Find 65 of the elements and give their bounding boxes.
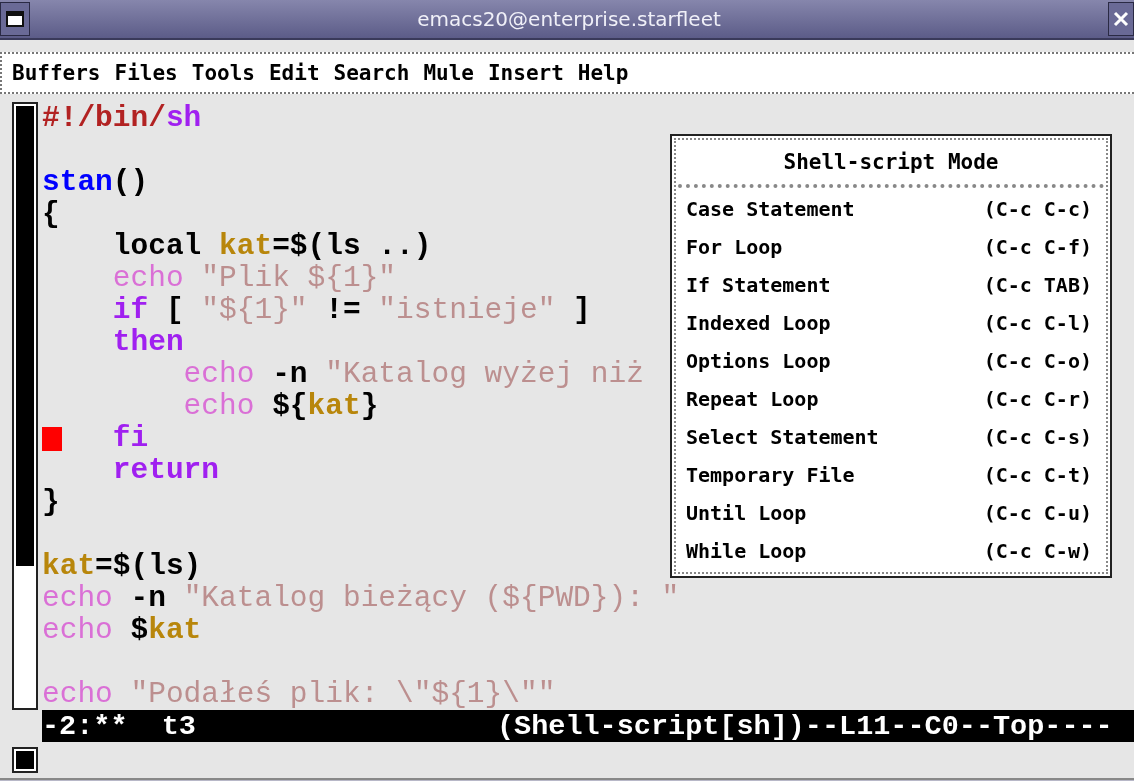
- menu-item[interactable]: Insert: [485, 59, 566, 87]
- menu-item-label: Case Statement: [686, 197, 855, 221]
- popup-menu-item[interactable]: Repeat Loop (C-c C-r): [678, 380, 1104, 418]
- menu-item[interactable]: Tools: [189, 59, 257, 87]
- code-line: #!/bin/sh: [42, 102, 202, 134]
- code-line: echo -n "Katalog bieżący (${PWD}): ": [42, 582, 680, 614]
- menu-item[interactable]: Search: [331, 59, 412, 87]
- code-line: stan(): [42, 166, 149, 198]
- menu-item-label: Select Statement: [686, 425, 879, 449]
- menu-item-shortcut: (C-c TAB): [983, 273, 1092, 297]
- popup-menu-title: Shell-script Mode: [678, 140, 1104, 188]
- popup-menu-item[interactable]: Case Statement (C-c C-c): [678, 190, 1104, 228]
- menu-item-shortcut: (C-c C-s): [983, 425, 1092, 449]
- popup-menu-item[interactable]: For Loop (C-c C-f): [678, 228, 1104, 266]
- code-line: if [ "${1}" != "istnieje" ]: [111, 294, 591, 326]
- mode-info: (Shell-script[sh])--L11--C0--Top----: [497, 709, 1113, 743]
- scrollbar[interactable]: [12, 102, 38, 710]
- code-line: echo ${kat}: [182, 390, 379, 422]
- popup-menu-item[interactable]: Until Loop (C-c C-u): [678, 494, 1104, 532]
- popup-menu-item[interactable]: Select Statement (C-c C-s): [678, 418, 1104, 456]
- popup-menu-item[interactable]: While Loop (C-c C-w): [678, 532, 1104, 570]
- menu-item[interactable]: Files: [112, 59, 180, 87]
- menu-item-label: For Loop: [686, 235, 783, 259]
- close-button[interactable]: [1108, 2, 1134, 36]
- code-line: }: [42, 486, 60, 518]
- menu-item-label: Temporary File: [686, 463, 855, 487]
- minibuffer-scrollbar: [12, 747, 38, 773]
- menu-item-shortcut: (C-c C-o): [983, 349, 1092, 373]
- menu-item-label: While Loop: [686, 539, 807, 563]
- menu-item[interactable]: Edit: [266, 59, 322, 87]
- code-line: echo "Podałeś plik: \"${1}\"": [42, 678, 556, 710]
- code-line: kat=$(ls): [42, 550, 202, 582]
- window-icon: [6, 11, 24, 27]
- code-line: local kat=$(ls ..): [111, 230, 432, 262]
- menu-item-shortcut: (C-c C-r): [983, 387, 1092, 411]
- code-line: {: [42, 198, 60, 230]
- menu-item-shortcut: (C-c C-w): [983, 539, 1092, 563]
- window-title: emacs20@enterprise.starfleet: [416, 7, 722, 31]
- menu-item-shortcut: (C-c C-t): [983, 463, 1092, 487]
- popup-menu-item[interactable]: Indexed Loop (C-c C-l): [678, 304, 1104, 342]
- code-line: return: [111, 454, 220, 486]
- menu-item-shortcut: (C-c C-c): [983, 197, 1092, 221]
- scrollbar-thumb[interactable]: [16, 106, 34, 566]
- popup-menu-item[interactable]: Options Loop (C-c C-o): [678, 342, 1104, 380]
- buffer-status: -2:** t3: [42, 709, 197, 743]
- menu-item[interactable]: Help: [575, 59, 631, 87]
- menu-item[interactable]: Mule: [421, 59, 476, 87]
- window-menu-button[interactable]: [0, 2, 30, 36]
- menu-item-label: Repeat Loop: [686, 387, 819, 411]
- menu-item-label: Options Loop: [686, 349, 831, 373]
- code-line: echo $kat: [42, 614, 202, 646]
- menu-item-label: If Statement: [686, 273, 831, 297]
- code-line: echo "Plik ${1}": [111, 262, 397, 294]
- menu-item[interactable]: Buffers: [10, 59, 103, 87]
- popup-menu-item[interactable]: If Statement (C-c TAB): [678, 266, 1104, 304]
- menu-item-shortcut: (C-c C-f): [983, 235, 1092, 259]
- code-line: echo -n "Katalog wyżej niż: [182, 358, 644, 390]
- menu-item-label: Until Loop: [686, 501, 807, 525]
- close-icon: [1113, 11, 1129, 27]
- popup-menu-item[interactable]: Temporary File (C-c C-t): [678, 456, 1104, 494]
- code-line: fi: [111, 422, 149, 454]
- menu-item-shortcut: (C-c C-l): [983, 311, 1092, 335]
- code-line: then: [111, 326, 184, 358]
- menu-item-label: Indexed Loop: [686, 311, 831, 335]
- menu-item-shortcut: (C-c C-u): [983, 501, 1092, 525]
